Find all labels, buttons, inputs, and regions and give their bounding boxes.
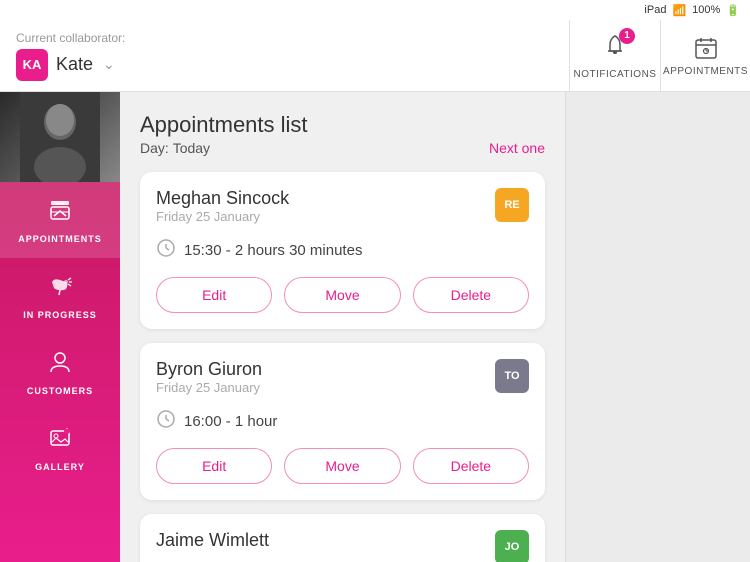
customer-name-2: Byron Giuron	[156, 359, 262, 380]
avatar: KA	[16, 49, 48, 81]
collaborator-name: Kate	[56, 54, 93, 75]
service-badge-1: RE	[495, 188, 529, 222]
day-label: Day: Today	[140, 140, 210, 156]
time-row-1: 15:30 - 2 hours 30 minutes	[156, 238, 529, 263]
appointment-date-2: Friday 25 January	[156, 380, 262, 395]
delete-button-1[interactable]: Delete	[413, 277, 529, 313]
next-one-button[interactable]: Next one	[489, 140, 545, 156]
move-button-1[interactable]: Move	[284, 277, 400, 313]
appointment-card-1: Meghan Sincock Friday 25 January RE 15:3…	[140, 172, 545, 329]
appointments-header-button[interactable]: APPOINTMENTS	[660, 20, 750, 91]
sidebar-item-in-progress[interactable]: IN PROGRESS	[0, 258, 120, 334]
card-actions-1: Edit Move Delete	[156, 277, 529, 313]
card-header-2: Byron Giuron Friday 25 January TO	[156, 359, 529, 405]
top-header: Current collaborator: KA Kate ⌄ 1 NOTIFI…	[0, 20, 750, 92]
move-button-2[interactable]: Move	[284, 448, 400, 484]
gallery-icon	[46, 424, 74, 456]
service-badge-2: TO	[495, 359, 529, 393]
customer-info-2: Byron Giuron Friday 25 January	[156, 359, 262, 405]
content-area: Appointments list Day: Today Next one Me…	[120, 92, 565, 562]
carrier-text: iPad	[644, 4, 666, 16]
delete-button-2[interactable]: Delete	[413, 448, 529, 484]
service-badge-3: JO	[495, 530, 529, 562]
appointments-header: Appointments list Day: Today Next one	[140, 112, 545, 156]
wifi-icon: 📶	[672, 4, 686, 17]
sidebar-item-gallery[interactable]: GALLERY	[0, 410, 120, 486]
main-layout: APPOINTMENTS IN PROGRESS	[0, 92, 750, 562]
time-text-2: 16:00 - 1 hour	[184, 413, 277, 430]
gallery-sidebar-label: GALLERY	[35, 462, 85, 472]
appointment-card-2: Byron Giuron Friday 25 January TO 16:00 …	[140, 343, 545, 500]
notifications-button[interactable]: 1 NOTIFICATIONS	[570, 20, 660, 91]
customer-info-3: Jaime Wimlett	[156, 530, 269, 551]
collaborator-section: Current collaborator: KA Kate ⌄	[0, 21, 569, 91]
card-header-3: Jaime Wimlett JO	[156, 530, 529, 562]
customer-name-1: Meghan Sincock	[156, 188, 289, 209]
customer-name-3: Jaime Wimlett	[156, 530, 269, 551]
notifications-label: NOTIFICATIONS	[574, 69, 657, 80]
header-actions: 1 NOTIFICATIONS APPOINTMENTS	[569, 20, 750, 91]
collaborator-info[interactable]: KA Kate ⌄	[16, 49, 553, 81]
sidebar: APPOINTMENTS IN PROGRESS	[0, 92, 120, 562]
in-progress-sidebar-label: IN PROGRESS	[23, 310, 97, 320]
page-title: Appointments list	[140, 112, 545, 138]
customers-icon	[46, 348, 74, 380]
right-panel	[565, 92, 750, 562]
appointment-card-3: Jaime Wimlett JO	[140, 514, 545, 562]
chevron-down-icon[interactable]: ⌄	[103, 56, 115, 73]
notification-icon: 1	[601, 32, 629, 65]
calendar-icon	[692, 34, 720, 62]
appointments-icon	[46, 196, 74, 228]
profile-image	[0, 92, 120, 182]
sidebar-item-appointments[interactable]: APPOINTMENTS	[0, 182, 120, 258]
profile-silhouette	[20, 92, 100, 182]
card-header-1: Meghan Sincock Friday 25 January RE	[156, 188, 529, 234]
card-actions-2: Edit Move Delete	[156, 448, 529, 484]
customer-info-1: Meghan Sincock Friday 25 January	[156, 188, 289, 234]
time-text-1: 15:30 - 2 hours 30 minutes	[184, 242, 362, 259]
battery-icon: 🔋	[726, 4, 740, 17]
clock-icon-2	[156, 409, 176, 434]
battery-text: 100%	[692, 4, 720, 16]
day-row: Day: Today Next one	[140, 140, 545, 156]
sidebar-item-customers[interactable]: CUSTOMERS	[0, 334, 120, 410]
in-progress-icon	[46, 272, 74, 304]
sidebar-profile	[0, 92, 120, 182]
edit-button-2[interactable]: Edit	[156, 448, 272, 484]
appointment-date-1: Friday 25 January	[156, 209, 289, 224]
clock-icon-1	[156, 238, 176, 263]
time-row-2: 16:00 - 1 hour	[156, 409, 529, 434]
notification-badge: 1	[619, 28, 635, 44]
edit-button-1[interactable]: Edit	[156, 277, 272, 313]
status-bar: iPad 📶 100% 🔋	[0, 0, 750, 20]
appointments-header-label: APPOINTMENTS	[663, 66, 748, 77]
collaborator-label: Current collaborator:	[16, 31, 553, 45]
appointments-sidebar-label: APPOINTMENTS	[18, 234, 102, 244]
customers-sidebar-label: CUSTOMERS	[27, 386, 93, 396]
